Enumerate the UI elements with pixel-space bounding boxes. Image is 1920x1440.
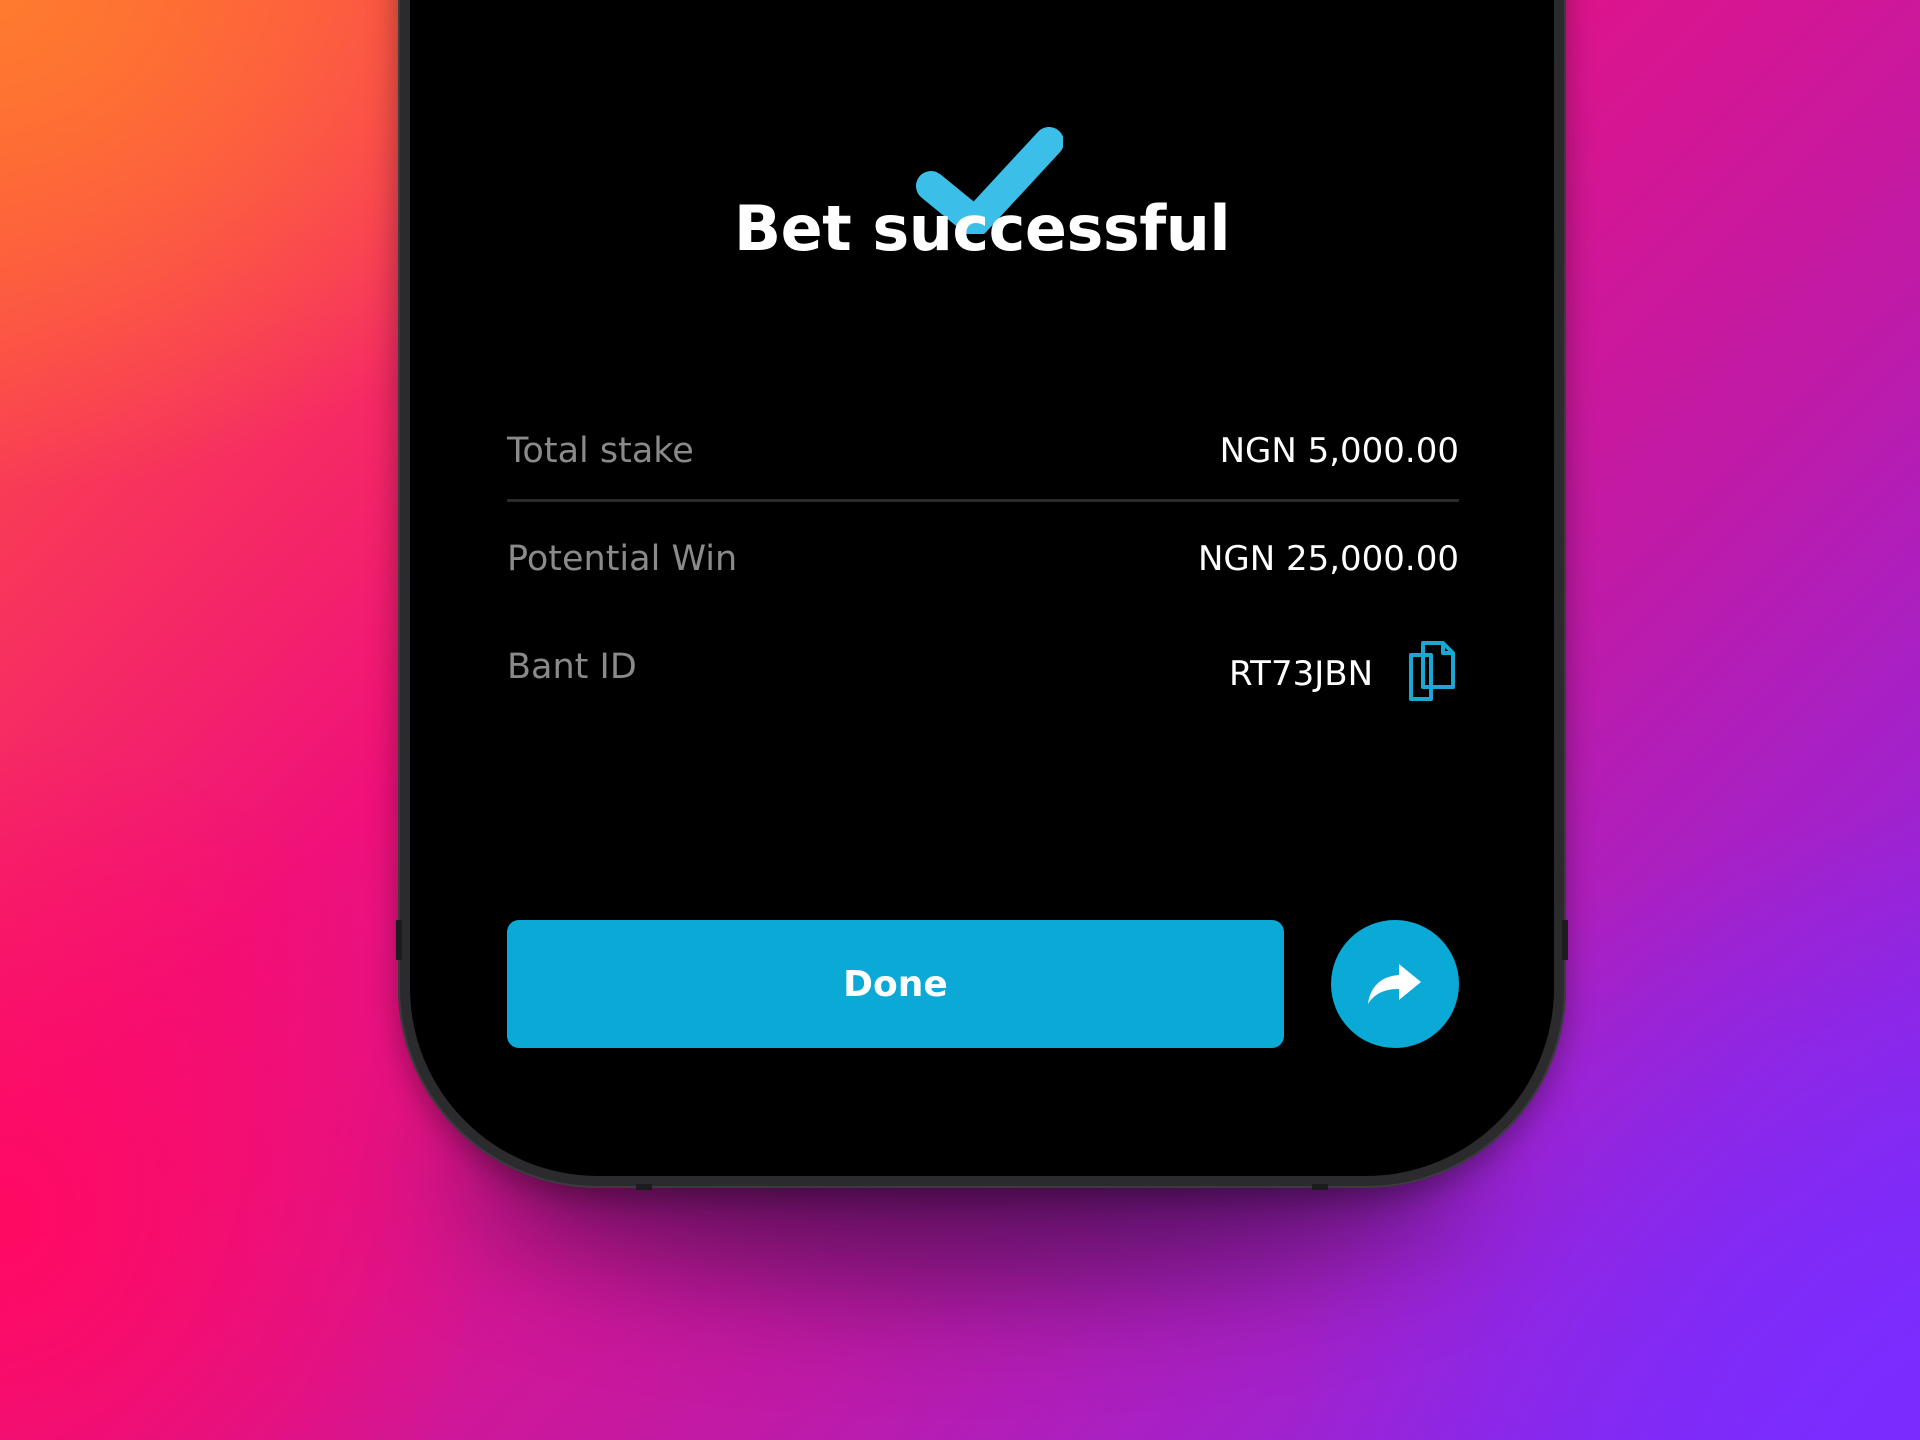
bant-id-value: RT73JBN	[1229, 654, 1373, 694]
summary-row-bant-id: Bant ID RT73JBN	[507, 639, 1459, 719]
total-stake-label: Total stake	[507, 431, 694, 471]
bant-id-label: Bant ID	[507, 647, 637, 687]
phone-bottom-notch-left	[636, 1184, 652, 1190]
phone-screen: Bet successful Total stake NGN 5,000.00 …	[410, 0, 1554, 1176]
potential-win-value: NGN 25,000.00	[1197, 539, 1459, 579]
share-arrow-icon	[1368, 964, 1421, 1004]
copy-icon	[1409, 641, 1455, 701]
phone-bottom-notch-right	[1312, 1184, 1328, 1190]
done-button[interactable]: Done	[507, 920, 1284, 1048]
summary-row-total-stake: Total stake NGN 5,000.00	[507, 421, 1459, 481]
phone-side-button-right	[1562, 920, 1568, 960]
phone-frame: Bet successful Total stake NGN 5,000.00 …	[396, 0, 1568, 1190]
copy-button[interactable]	[1403, 639, 1459, 703]
page-title: Bet successful	[733, 192, 1231, 265]
total-stake-value: NGN 5,000.00	[1219, 431, 1459, 471]
summary-row-potential-win: Potential Win NGN 25,000.00	[507, 529, 1459, 589]
share-button[interactable]	[1331, 920, 1459, 1048]
bant-id-value-group: RT73JBN	[1229, 639, 1459, 703]
phone-side-button-left	[396, 920, 402, 960]
potential-win-label: Potential Win	[507, 539, 738, 579]
divider	[507, 499, 1459, 502]
